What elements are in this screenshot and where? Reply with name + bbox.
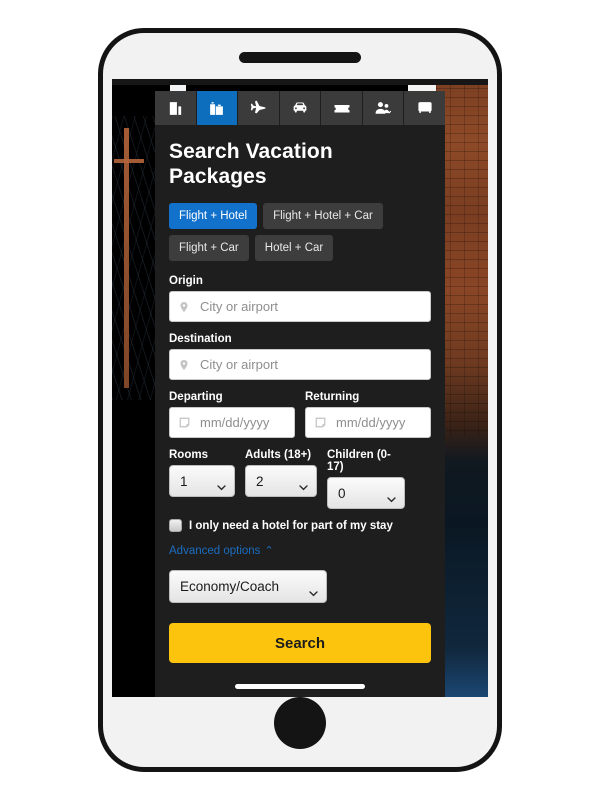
adults-value: 2 [256,473,264,489]
advanced-options-label: Advanced options [169,545,261,558]
departing-field: Departing [169,391,295,439]
destination-label: Destination [169,333,232,346]
rooms-field: Rooms 1 [169,449,235,509]
earpiece-speaker [239,52,361,63]
chevron-down-icon [299,478,308,491]
package-tab-hotel-car[interactable]: Hotel + Car [254,235,334,262]
page-title: Search Vacation Packages [169,140,333,189]
destination-field-wrapper [169,349,431,381]
children-value: 0 [338,485,346,501]
cabin-class-select[interactable]: Economy/Coach [169,570,327,604]
destination-input[interactable] [169,349,431,381]
product-tab-cars[interactable] [279,91,322,125]
search-panel: Search Vacation Packages Flight + Hotel … [155,91,446,697]
chevron-down-icon [387,490,396,503]
departing-field-wrapper [169,407,295,439]
rooms-select[interactable]: 1 [169,465,235,498]
product-tab-groups[interactable] [362,91,405,125]
product-tab-flights[interactable] [238,91,280,125]
children-label: Children (0-17) [327,449,391,474]
people-group-icon [374,99,392,117]
phone-screen: Search Vacation Packages Flight + Hotel … [112,79,488,697]
returning-field: Returning [305,391,431,439]
product-tab-things-to-do[interactable] [321,91,363,125]
adults-label: Adults (18+) [245,449,312,462]
product-tab-vacation-packages[interactable] [196,91,239,125]
package-type-tabs: Flight + Hotel Flight + Hotel + Car Flig… [169,203,431,262]
chevron-down-icon [309,584,318,597]
origin-field-wrapper [169,291,431,323]
home-indicator [235,684,365,689]
package-tab-flight-hotel-car[interactable]: Flight + Hotel + Car [263,203,383,230]
package-tab-flight-hotel[interactable]: Flight + Hotel [169,203,258,230]
product-nav-bar [155,91,446,125]
product-tab-hotels[interactable] [155,91,197,125]
bus-icon [416,99,434,117]
cabin-class-field: Economy/Coach [169,570,431,604]
partial-stay-checkbox[interactable] [169,519,182,533]
phone-device-frame: Search Vacation Packages Flight + Hotel … [98,28,502,772]
origin-input[interactable] [169,291,431,323]
date-row: Departing Returning [169,391,431,439]
chevron-down-icon [217,478,226,491]
screen-top-edge [112,79,488,85]
returning-input[interactable] [305,407,431,439]
hotel-building-icon [167,100,184,117]
returning-label: Returning [305,391,360,404]
chevron-up-icon: ⌃ [264,544,274,557]
home-button[interactable] [274,697,326,749]
partial-stay-row: I only need a hotel for part of my stay [169,519,431,533]
children-field: Children (0-17) 0 [327,449,405,510]
search-form: Search Vacation Packages Flight + Hotel … [155,125,445,664]
returning-field-wrapper [305,407,431,439]
search-button[interactable]: Search [169,623,431,664]
car-icon [291,99,309,117]
advanced-options-link[interactable]: Advanced options ⌃ [169,545,274,557]
departing-label: Departing [169,391,223,404]
cabin-class-value: Economy/Coach [180,579,280,595]
occupancy-row: Rooms 1 Adults (18+) 2 Children (0-17) 0 [169,449,431,510]
adults-select[interactable]: 2 [245,465,317,498]
bridge-crossbar-decoration [114,159,144,164]
partial-stay-label: I only need a hotel for part of my stay [189,519,393,532]
origin-label: Origin [169,275,203,288]
adults-field: Adults (18+) 2 [245,449,317,509]
departing-input[interactable] [169,407,295,439]
ticket-icon [333,99,351,117]
airplane-icon [249,99,267,117]
product-tab-buses[interactable] [404,91,446,125]
package-tab-flight-car[interactable]: Flight + Car [169,235,249,262]
rooms-value: 1 [180,473,188,489]
rooms-label: Rooms [169,449,208,462]
bridge-pylon-decoration [124,128,129,388]
children-select[interactable]: 0 [327,477,405,510]
vacation-package-bag-icon [208,100,225,117]
